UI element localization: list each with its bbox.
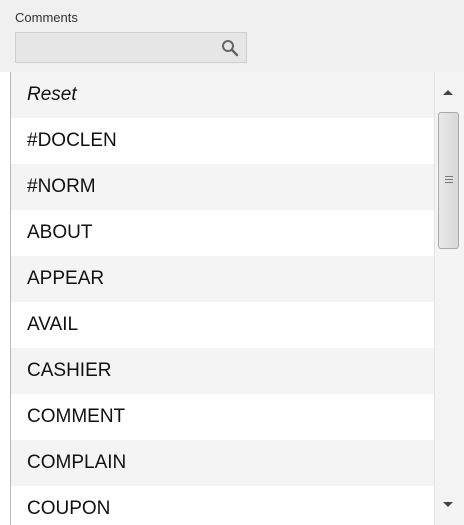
grip-icon	[445, 182, 453, 183]
list-item[interactable]: COUPON	[11, 486, 435, 525]
list-item[interactable]: ABOUT	[11, 210, 435, 256]
scrollbar[interactable]	[434, 72, 464, 525]
list-item[interactable]: APPEAR	[11, 256, 435, 302]
arrow-up-icon[interactable]	[443, 90, 453, 95]
search-icon[interactable]	[220, 38, 240, 58]
list-item-reset[interactable]: Reset	[11, 72, 435, 118]
scrollbar-thumb[interactable]	[438, 112, 459, 249]
filter-header: Comments	[0, 0, 464, 72]
list-item[interactable]: COMPLAIN	[11, 440, 435, 486]
list-item[interactable]: CASHIER	[11, 348, 435, 394]
filter-dropdown: Reset #DOCLEN #NORM ABOUT APPEAR AVAIL C…	[10, 72, 464, 525]
list-item[interactable]: AVAIL	[11, 302, 435, 348]
filter-label: Comments	[15, 10, 78, 25]
arrow-down-icon[interactable]	[443, 502, 453, 507]
grip-icon	[445, 176, 453, 177]
list-item[interactable]: #NORM	[11, 164, 435, 210]
list-item[interactable]: COMMENT	[11, 394, 435, 440]
list-item[interactable]: #DOCLEN	[11, 118, 435, 164]
search-box[interactable]	[15, 32, 247, 63]
filter-options-list: Reset #DOCLEN #NORM ABOUT APPEAR AVAIL C…	[11, 72, 435, 525]
search-input[interactable]	[16, 33, 216, 62]
grip-icon	[445, 179, 453, 180]
